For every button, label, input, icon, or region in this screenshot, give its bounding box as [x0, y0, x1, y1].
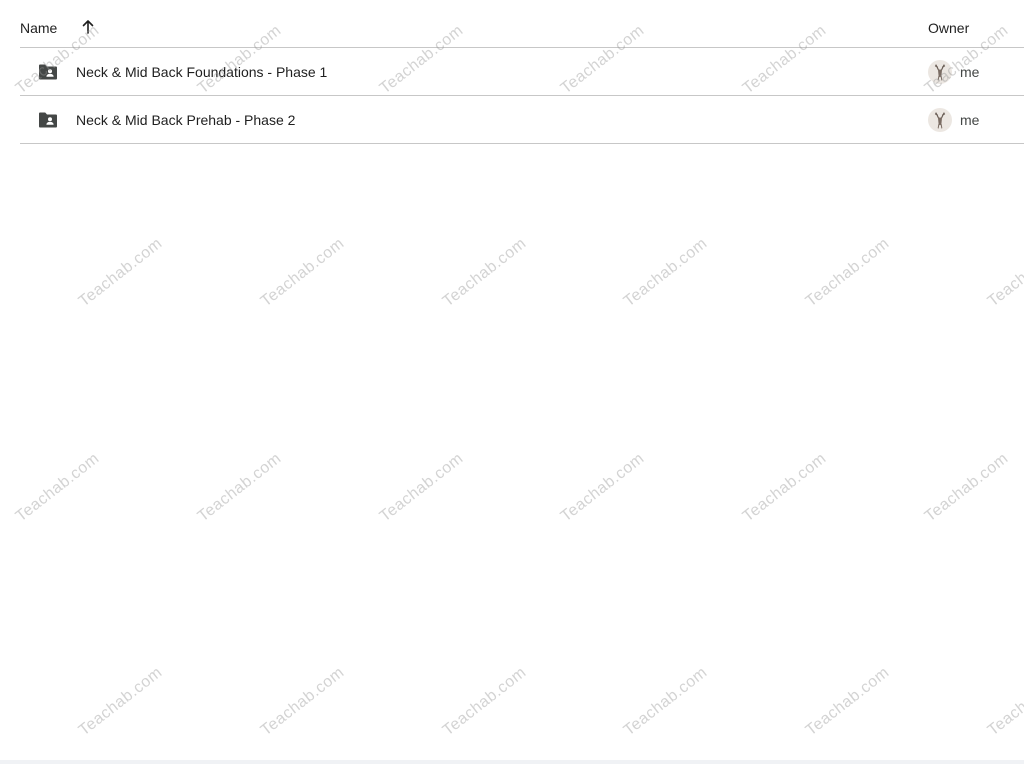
file-name[interactable]: Neck & Mid Back Prehab - Phase 2 [76, 112, 295, 128]
list-header: Name Owner [20, 0, 1024, 48]
avatar [928, 108, 952, 132]
bottom-edge [0, 760, 1024, 764]
watermark-text: Teachab.com [439, 234, 530, 311]
watermark-text: Teachab.com [620, 663, 711, 740]
watermark-text: Teachab.com [620, 234, 711, 311]
watermark-text: Teachab.com [984, 663, 1024, 740]
file-name[interactable]: Neck & Mid Back Foundations - Phase 1 [76, 64, 327, 80]
shared-folder-icon [38, 64, 58, 80]
watermark-text: Teachab.com [75, 663, 166, 740]
owner-name: me [960, 112, 980, 128]
watermark-text: Teachab.com [376, 449, 467, 526]
shared-folder-icon [38, 112, 58, 128]
watermark-text: Teachab.com [921, 449, 1012, 526]
watermark-text: Teachab.com [802, 234, 893, 311]
avatar [928, 60, 952, 84]
drive-file-list-page: Name Owner Neck & Mid Back Foundations -… [0, 0, 1024, 764]
watermark-text: Teachab.com [194, 449, 285, 526]
owner-column-header[interactable]: Owner [928, 20, 969, 36]
watermark-text: Teachab.com [984, 234, 1024, 311]
name-column-header[interactable]: Name [20, 20, 57, 36]
table-row[interactable]: Neck & Mid Back Foundations - Phase 1 me [20, 48, 1024, 96]
watermark-text: Teachab.com [739, 449, 830, 526]
watermark-text: Teachab.com [257, 663, 348, 740]
table-row[interactable]: Neck & Mid Back Prehab - Phase 2 me [20, 96, 1024, 144]
owner-name: me [960, 64, 980, 80]
file-list: Name Owner Neck & Mid Back Foundations -… [20, 0, 1024, 144]
watermark-text: Teachab.com [75, 234, 166, 311]
watermark-text: Teachab.com [257, 234, 348, 311]
watermark-text: Teachab.com [802, 663, 893, 740]
watermark-text: Teachab.com [12, 449, 103, 526]
arrow-upward-icon[interactable] [80, 19, 96, 35]
watermark-text: Teachab.com [439, 663, 530, 740]
watermark-text: Teachab.com [557, 449, 648, 526]
